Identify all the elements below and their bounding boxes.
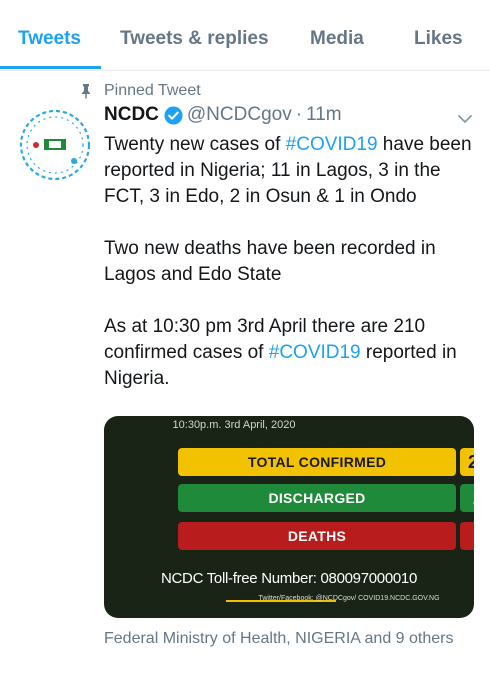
verified-badge-icon [164,105,183,125]
tagged-users[interactable]: Federal Ministry of Health, NIGERIA and … [104,628,464,649]
author-handle[interactable]: @NCDCgov [187,104,292,126]
avatar[interactable] [14,104,96,186]
total-confirmed-label: TOTAL CONFIRMED [178,448,456,476]
discharged-label: DISCHARGED [178,484,456,512]
tweet-header: NCDC @NCDCgov · 11m [104,104,342,126]
chevron-down-icon[interactable] [456,110,474,128]
tab-media[interactable]: Media [310,28,364,50]
author-name[interactable]: NCDC [104,104,159,126]
tab-likes[interactable]: Likes [414,28,463,50]
header-separator: · [295,104,303,125]
media-card[interactable]: 10:30p.m. 3rd April, 2020 TOTAL CONFIRME… [104,416,474,618]
tweet-text-segment: Twenty new cases of [104,134,286,155]
tweet-paragraph-3: As at 10:30 pm 3rd April there are 210 c… [104,314,476,392]
total-confirmed-value: 210 [460,448,474,476]
tab-tweets[interactable]: Tweets [18,28,81,50]
discharged-value: 25 [460,484,474,512]
hashtag-link[interactable]: #COVID19 [286,134,378,155]
active-tab-indicator [0,66,101,69]
tab-tweets-replies[interactable]: Tweets & replies [120,28,269,50]
pin-icon [82,84,90,99]
deaths-value: 4 [460,522,474,550]
card-date: 10:30p.m. 3rd April, 2020 [172,419,296,431]
deaths-label: DEATHS [178,522,456,550]
tweet-paragraph-2: Two new deaths have been recorded in Lag… [104,238,436,285]
tollfree-number: NCDC Toll-free Number: 080097000010 [160,570,418,587]
pinned-tweet-indicator: Pinned Tweet [78,80,201,102]
tweet-timestamp[interactable]: 11m [306,104,342,126]
social-handles: Twitter/Facebook: @NCDCgov/ COVID19.NCDC… [258,595,440,602]
hashtag-link[interactable]: #COVID19 [269,342,361,363]
profile-tabs: Tweets Tweets & replies Media Likes [0,0,490,71]
pinned-label: Pinned Tweet [104,82,201,99]
tweet-paragraph-1: Twenty new cases of #COVID19 have been r… [104,132,476,210]
tweet-text: Twenty new cases of #COVID19 have been r… [104,132,476,392]
